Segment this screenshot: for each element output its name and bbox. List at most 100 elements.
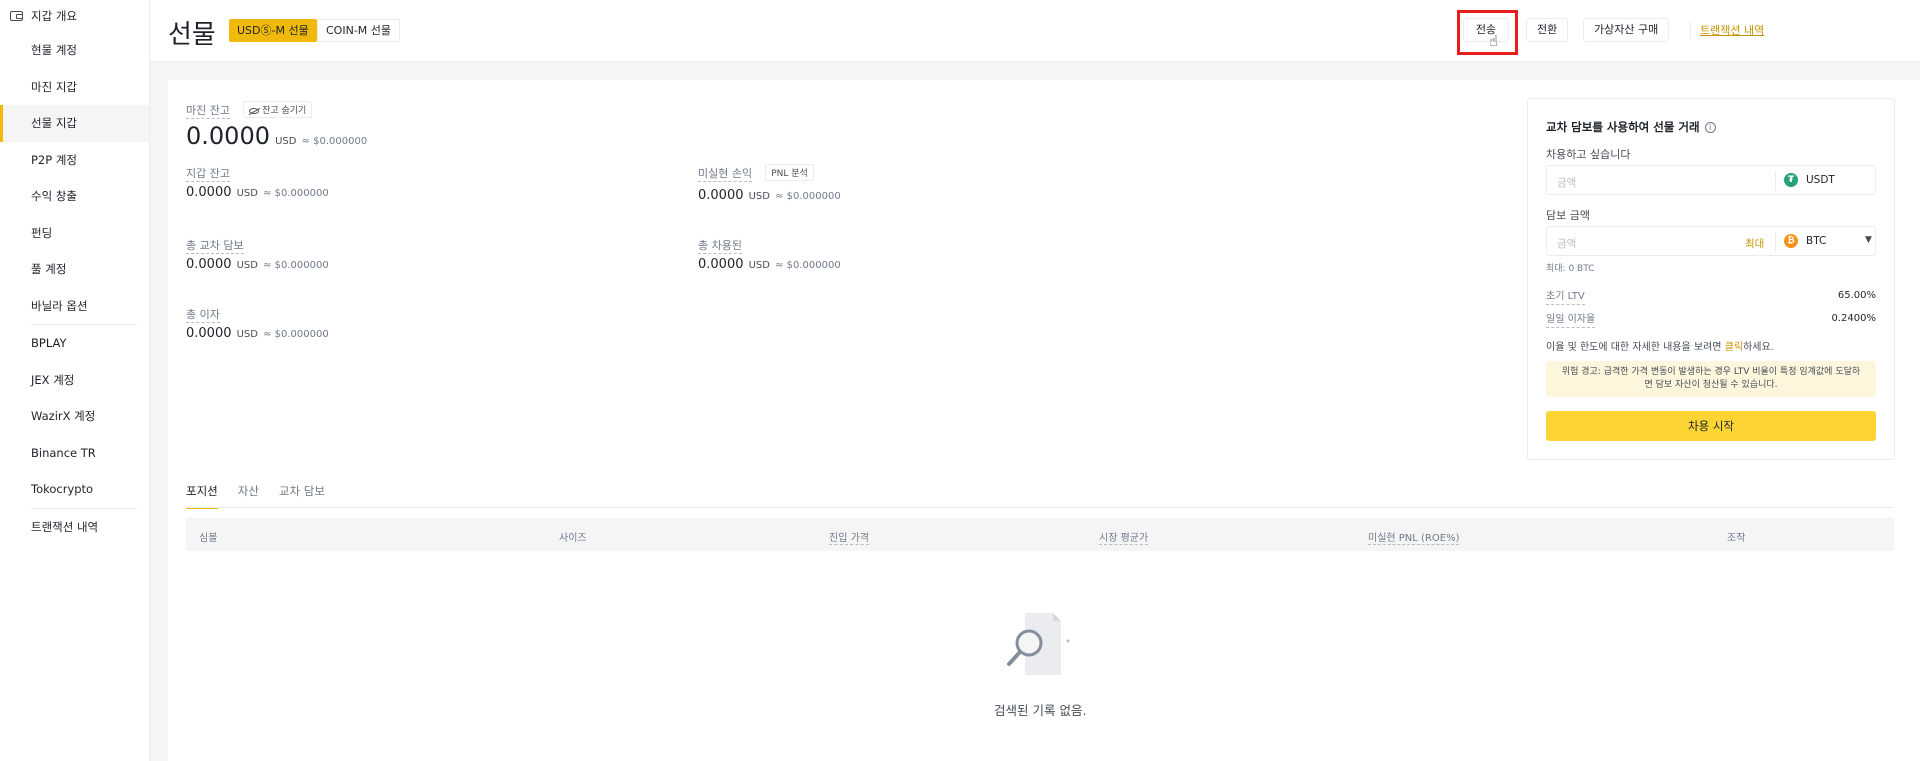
unrealized-pnl-approx: ≈ $0.000000: [775, 191, 841, 202]
total-borrowed-label[interactable]: 총 차용된: [698, 239, 742, 254]
sidebar-item-transaction-history[interactable]: 트랜잭션 내역: [0, 509, 149, 546]
borrow-coin-selector[interactable]: ₮ USDT: [1784, 173, 1835, 187]
wallet-balance-label[interactable]: 지갑 잔고: [186, 167, 230, 182]
unrealized-pnl-value: 0.0000 USD ≈ $0.000000: [698, 184, 841, 203]
initial-ltv-row: 초기 LTV 65.00%: [1546, 290, 1876, 305]
initial-ltv-value: 65.00%: [1837, 290, 1876, 301]
daily-rate-row: 일일 이자율 0.2400%: [1546, 313, 1876, 328]
sidebar-item-label: JEX 계정: [31, 372, 75, 387]
sidebar-item-label: 현물 계정: [31, 43, 77, 58]
sidebar-item-pool[interactable]: 풀 계정: [0, 251, 149, 288]
cross-collateral-amount: 0.0000: [186, 257, 232, 272]
collateral-coin-selector[interactable]: ₿ BTC: [1784, 234, 1826, 248]
max-collateral-note: 최대: 0 BTC: [1546, 264, 1595, 274]
unrealized-pnl-label[interactable]: 미실현 손익: [698, 167, 753, 182]
sidebar-item-jex[interactable]: JEX 계정: [0, 362, 149, 399]
sidebar-item-tokocrypto[interactable]: Tokocrypto: [0, 471, 149, 508]
position-tabs: 포지션 자산 교차 담보: [186, 483, 325, 509]
sidebar-item-earn[interactable]: 수익 창출: [0, 178, 149, 215]
cross-collateral-approx: ≈ $0.000000: [263, 260, 329, 271]
sidebar-item-label: BPLAY: [31, 336, 67, 351]
sidebar-item-binance-tr[interactable]: Binance TR: [0, 435, 149, 472]
margin-balance-label[interactable]: 마진 잔고: [186, 104, 230, 119]
wallet-icon: [10, 11, 23, 21]
tether-icon: ₮: [1784, 173, 1798, 187]
wallet-balance-approx: ≈ $0.000000: [263, 188, 329, 199]
buy-crypto-button[interactable]: 가상자산 구매: [1583, 18, 1670, 42]
collateral-amount-input[interactable]: 금액 최대 ₿ BTC ▼: [1546, 226, 1876, 256]
interest-approx: ≈ $0.000000: [263, 329, 329, 340]
transfer-button[interactable]: 전송: [1463, 18, 1509, 42]
sidebar-item-label: 펀딩: [31, 225, 53, 240]
collateral-amount-placeholder: 금액: [1557, 238, 1577, 250]
eye-slash-icon: [249, 107, 260, 114]
tab-cross-collateral[interactable]: 교차 담보: [279, 483, 325, 509]
sidebar-item-vanilla-options[interactable]: 바닐라 옵션: [0, 288, 149, 325]
col-unrealized-pnl[interactable]: 미실현 PNL (ROE%): [1368, 529, 1460, 545]
wallet-balance-unit: USD: [236, 188, 258, 199]
margin-balance-amount: 0.0000: [186, 122, 270, 150]
sidebar-item-label: 마진 지갑: [31, 79, 77, 94]
total-interest-label[interactable]: 총 이자: [186, 308, 220, 323]
sidebar-item-label: P2P 계정: [31, 152, 78, 167]
tab-coinm-futures[interactable]: COIN-M 선물: [317, 19, 401, 42]
sidebar-item-p2p[interactable]: P2P 계정: [0, 142, 149, 179]
empty-state-text: 검색된 기록 없음.: [994, 703, 1087, 718]
tab-positions[interactable]: 포지션: [186, 483, 218, 509]
transaction-history-link[interactable]: 트랜잭션 내역: [1690, 22, 1764, 38]
unrealized-pnl-amount: 0.0000: [698, 188, 744, 203]
sidebar-item-label: 수익 창출: [31, 189, 77, 204]
borrowed-approx: ≈ $0.000000: [775, 260, 841, 271]
col-entry-price[interactable]: 진입 가격: [829, 529, 869, 545]
panel-title: 교차 담보를 사용하여 선물 거래 i: [1546, 119, 1716, 135]
convert-button[interactable]: 전환: [1526, 18, 1569, 42]
info-icon[interactable]: i: [1704, 122, 1716, 133]
sidebar-item-label: 바닐라 옵션: [31, 298, 88, 313]
cross-collateral-panel: 교차 담보를 사용하여 선물 거래 i 차용하고 싶습니다 금액 ₮ USDT 담…: [1527, 98, 1895, 460]
rates-info-prefix: 이율 및 한도에 대한 자세한 내용을 보려면: [1546, 342, 1725, 353]
unrealized-pnl-unit: USD: [748, 191, 770, 202]
initial-ltv-label[interactable]: 초기 LTV: [1546, 290, 1585, 305]
sidebar-item-bplay[interactable]: BPLAY: [0, 325, 149, 362]
tab-divider: [186, 507, 1894, 508]
tab-assets[interactable]: 자산: [238, 483, 259, 509]
sidebar-item-spot[interactable]: 현물 계정: [0, 32, 149, 69]
sidebar-item-futures[interactable]: 선물 지갑: [0, 105, 149, 142]
borrow-coin-label: USDT: [1806, 174, 1835, 186]
borrowed-amount: 0.0000: [698, 257, 744, 272]
input-separator: [1775, 171, 1776, 191]
chevron-down-icon[interactable]: ▼: [1865, 235, 1872, 245]
collateral-label: 담보 금액: [1546, 209, 1590, 222]
sidebar-item-margin[interactable]: 마진 지갑: [0, 69, 149, 106]
col-size: 사이즈: [559, 533, 587, 544]
cross-collateral-unit: USD: [236, 260, 258, 271]
bitcoin-icon: ₿: [1784, 234, 1798, 248]
sidebar-item-wallet-overview[interactable]: 지갑 개요: [0, 0, 149, 32]
hide-balance-button[interactable]: 잔고 숨기기: [243, 101, 313, 118]
hand-cursor-icon: ☝: [1489, 32, 1499, 50]
total-cross-collateral-value: 0.0000 USD ≈ $0.000000: [186, 253, 329, 272]
rates-info-text: 이율 및 한도에 대한 자세한 내용을 보려면 클릭하세요.: [1546, 338, 1876, 353]
borrow-amount-input[interactable]: 금액 ₮ USDT: [1546, 165, 1876, 195]
col-symbol: 심볼: [199, 533, 218, 544]
max-button[interactable]: 최대: [1745, 236, 1764, 251]
rates-info-link[interactable]: 클릭: [1725, 342, 1743, 353]
daily-rate-label[interactable]: 일일 이자율: [1546, 313, 1596, 328]
sidebar-item-funding[interactable]: 펀딩: [0, 215, 149, 252]
total-cross-collateral-label[interactable]: 총 교차 담보: [186, 239, 244, 254]
margin-balance-value: 0.0000 USD ≈ $0.000000: [186, 122, 367, 150]
sidebar-item-label: WazirX 계정: [31, 409, 96, 424]
risk-warning: 위험 경고: 급격한 가격 변동이 발생하는 경우 LTV 비율이 특정 임계값…: [1546, 361, 1876, 397]
start-borrow-button[interactable]: 차용 시작: [1546, 411, 1876, 441]
sidebar-item-wazirx[interactable]: WazirX 계정: [0, 398, 149, 435]
input-separator: [1775, 232, 1776, 252]
tab-usdm-futures[interactable]: USDⓈ-M 선물: [229, 19, 317, 42]
wallet-balance-amount: 0.0000: [186, 185, 232, 200]
collateral-coin-label: BTC: [1806, 235, 1827, 247]
hide-balance-label: 잔고 숨기기: [262, 106, 307, 116]
interest-amount: 0.0000: [186, 326, 232, 341]
sidebar: 지갑 개요 현물 계정 마진 지갑 선물 지갑 P2P 계정 수익 창출 펀딩 …: [0, 0, 150, 761]
pnl-analysis-button[interactable]: PNL 분석: [765, 164, 814, 181]
col-mark-price[interactable]: 시장 평균가: [1099, 529, 1149, 545]
daily-rate-value: 0.2400%: [1831, 313, 1877, 324]
